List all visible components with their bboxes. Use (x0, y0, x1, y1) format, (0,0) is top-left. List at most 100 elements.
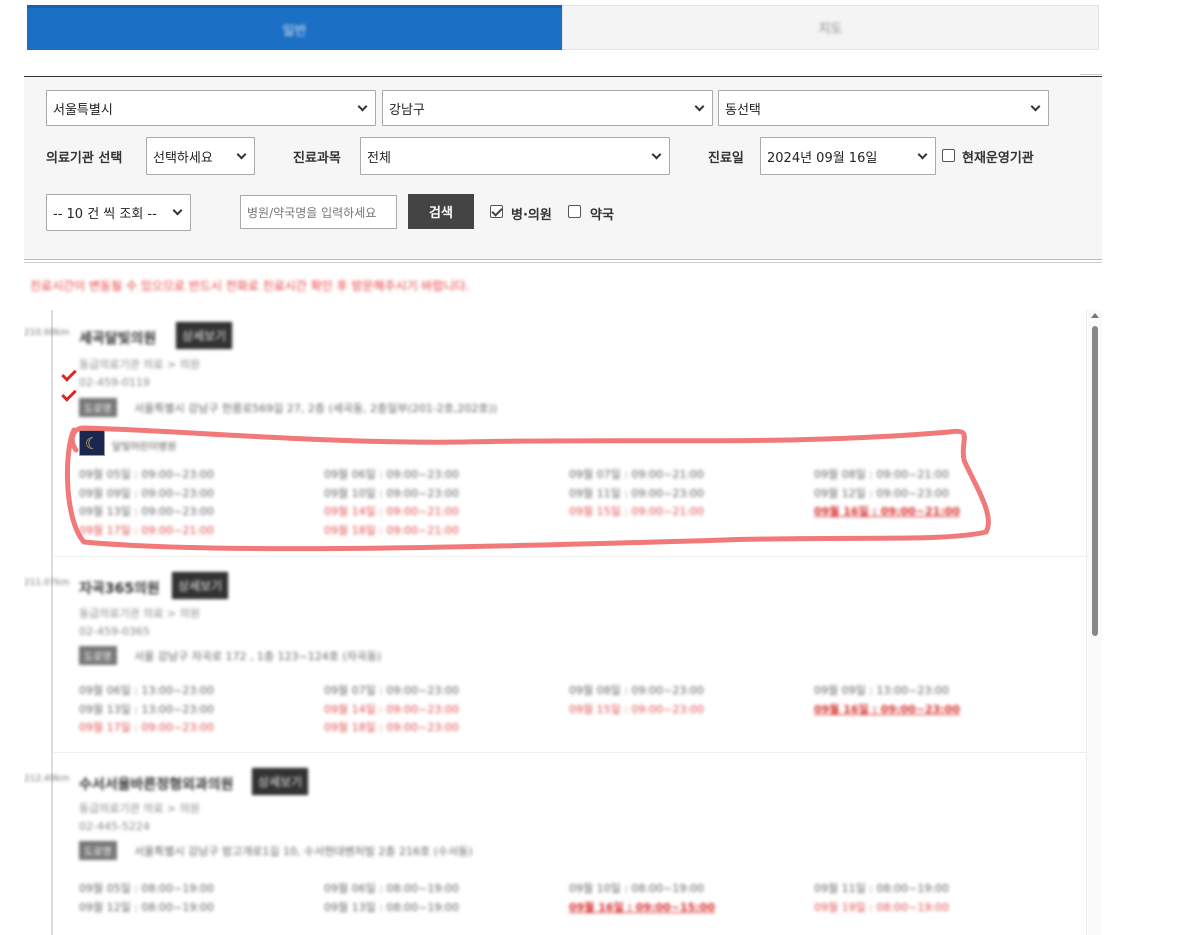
schedule-entry: 09월 08일 : 09:00~23:00 (569, 684, 705, 697)
hospital-phone: 02-459-0365 (79, 625, 150, 638)
schedule-entry: 09월 13일 : 13:00~23:00 (79, 702, 215, 716)
list-divider (54, 556, 1086, 557)
panel-bottom-border (24, 259, 1102, 263)
moon-icon: ☾ (79, 430, 105, 456)
dong-select[interactable]: 동선택 (718, 90, 1049, 126)
schedule-entry: 09월 16일 : 09:00~21:00 (814, 505, 960, 518)
schedule-entry: 09월 11일 : 08:00~19:00 (814, 882, 950, 895)
scrollbar-thumb[interactable] (1092, 326, 1098, 636)
hospital-name[interactable]: 수서서울바른정형외과의원 (79, 774, 234, 794)
detail-button[interactable]: 상세보기 (172, 572, 229, 599)
page-size-select-value: -- 10 건 씩 조회 -- (53, 207, 157, 222)
facility-select[interactable]: 선택하세요 (146, 137, 255, 175)
tab-map[interactable]: 지도 (562, 5, 1099, 50)
city-select[interactable]: 서울특별시 (46, 90, 376, 126)
distance-label: 211.07km (24, 578, 70, 588)
tab-general-label: 일반 (282, 23, 307, 39)
chevron-down-icon (236, 149, 247, 159)
hospital-address: 서울 강남구 자곡로 172 , 1층 123~124호 (자곡동) (134, 650, 382, 663)
hospital-type: 동급의료기관 의료 > 의원 (79, 358, 200, 371)
list-item: 210.68km 세곡달빛의원 상세보기 동급의료기관 의료 > 의원 02-4… (24, 310, 1086, 555)
schedule-entry: 09월 05일 : 09:00~23:00 (79, 468, 215, 481)
schedule-entry: 09월 06일 : 09:00~23:00 (324, 468, 460, 481)
district-select[interactable]: 강남구 (382, 90, 713, 126)
schedule-entry: 09월 19일 : 08:00~19:00 (814, 900, 950, 914)
schedule-entry: 09월 10일 : 08:00~19:00 (569, 882, 705, 895)
schedule-entry: 09월 15일 : 09:00~23:00 (569, 702, 705, 716)
scroll-up-arrow-icon[interactable] (1091, 313, 1099, 318)
search-button[interactable]: 검색 (408, 194, 474, 229)
chevron-down-icon (172, 205, 183, 216)
hospital-type: 동급의료기관 의료 > 의원 (79, 607, 200, 620)
scrollbar[interactable] (1086, 310, 1102, 935)
schedule-entry: 09월 12일 : 08:00~19:00 (79, 900, 215, 914)
schedule-entry: 09월 13일 : 09:00~23:00 (79, 505, 215, 518)
view-tabs: 일반 지도 (27, 5, 1099, 50)
schedule-entry: 09월 17일 : 09:00~21:00 (79, 523, 215, 537)
pharmacy-checkbox-label: 약국 (590, 208, 614, 223)
hospital-address: 서울특별시 강남구 헌릉로569길 27, 2층 (세곡동, 2층일부(201-… (134, 402, 498, 415)
search-input[interactable]: 병원/약국명을 입력하세요 (240, 195, 397, 229)
detail-button[interactable]: 상세보기 (252, 768, 309, 795)
chevron-down-icon (357, 101, 368, 111)
hospital-checkbox[interactable] (490, 205, 503, 218)
department-label: 진료과목 (293, 151, 341, 166)
hospital-address: 서울특별시 강남구 밤고개로1길 10, 수서현대벤처빌 2층 216호 (수서… (134, 845, 473, 858)
date-select-value: 2024년 09월 16일 (767, 150, 878, 166)
address-tag: 도로명 (79, 646, 117, 665)
chevron-down-icon (1030, 101, 1041, 111)
schedule-entry: 09월 09일 : 09:00~23:00 (79, 486, 215, 500)
tab-map-label: 지도 (818, 22, 843, 37)
city-select-value: 서울특별시 (53, 102, 113, 118)
date-select[interactable]: 2024년 09월 16일 (760, 137, 936, 175)
pharmacy-checkbox[interactable] (568, 205, 581, 218)
list-item: 212.49km 수서서울바른정형외과의원 상세보기 동급의료기관 의료 > 의… (24, 756, 1086, 935)
distance-label: 210.68km (24, 328, 70, 338)
schedule-entry: 09월 15일 : 09:00~21:00 (569, 505, 705, 518)
operating-now-checkbox[interactable] (942, 149, 955, 162)
dong-select-value: 동선택 (725, 102, 761, 118)
checkmark-annotation-icon (61, 386, 77, 402)
schedule-entry: 09월 05일 : 08:00~19:00 (79, 882, 215, 895)
facility-select-value: 선택하세요 (153, 150, 213, 166)
schedule-entry: 09월 07일 : 09:00~23:00 (324, 684, 460, 697)
hospital-phone: 02-445-5224 (79, 820, 150, 833)
tab-general[interactable]: 일반 (27, 5, 562, 50)
schedule-entry: 09월 16일 : 09:00~23:00 (814, 702, 960, 716)
results-list[interactable]: 210.68km 세곡달빛의원 상세보기 동급의료기관 의료 > 의원 02-4… (24, 310, 1102, 935)
operating-now-label: 현재운영기관 (962, 151, 1034, 166)
district-select-value: 강남구 (389, 102, 425, 118)
schedule-entry: 09월 14일 : 09:00~23:00 (324, 702, 460, 716)
schedule-notice: 진료시간이 변동될 수 있으므로 반드시 전화로 진료시간 확인 후 방문해주시… (30, 279, 470, 293)
schedule-entry: 09월 07일 : 09:00~21:00 (569, 468, 705, 481)
list-item: 211.07km 자곡365의원 상세보기 동급의료기관 의료 > 의원 02-… (24, 560, 1086, 750)
list-divider (54, 752, 1086, 753)
detail-button[interactable]: 상세보기 (176, 322, 233, 349)
schedule-entry: 09월 17일 : 09:00~23:00 (79, 721, 215, 734)
schedule-entry: 09월 10일 : 09:00~23:00 (324, 486, 460, 500)
schedule-entry: 09월 09일 : 13:00~23:00 (814, 684, 950, 697)
schedule-entry: 09월 06일 : 08:00~19:00 (324, 882, 460, 895)
hospital-checkbox-label: 병·의원 (511, 208, 552, 223)
schedule-entry: 09월 08일 : 09:00~21:00 (814, 468, 950, 481)
hospital-name[interactable]: 자곡365의원 (79, 578, 160, 598)
hospital-name[interactable]: 세곡달빛의원 (79, 328, 156, 348)
schedule-entry: 09월 13일 : 08:00~19:00 (324, 900, 460, 914)
schedule-entry: 09월 12일 : 09:00~23:00 (814, 486, 950, 500)
schedule-entry: 09월 14일 : 09:00~21:00 (324, 505, 460, 518)
department-select-value: 전체 (367, 150, 391, 166)
chevron-down-icon (917, 149, 928, 159)
night-clinic-label: 달빛어린이병원 (112, 442, 177, 453)
address-tag: 도로명 (79, 841, 117, 860)
schedule-entry: 09월 18일 : 09:00~23:00 (324, 721, 460, 734)
schedule-entry: 09월 11일 : 09:00~23:00 (569, 486, 705, 500)
date-label: 진료일 (708, 151, 744, 166)
chevron-down-icon (651, 149, 662, 159)
address-tag: 도로명 (79, 398, 117, 417)
department-select[interactable]: 전체 (360, 137, 670, 175)
page-size-select[interactable]: -- 10 건 씩 조회 -- (46, 194, 191, 231)
schedule-entry: 09월 18일 : 09:00~21:00 (324, 523, 460, 537)
distance-label: 212.49km (24, 774, 70, 784)
checkmark-annotation-icon (61, 366, 77, 382)
hospital-type: 동급의료기관 의료 > 의원 (79, 802, 200, 815)
